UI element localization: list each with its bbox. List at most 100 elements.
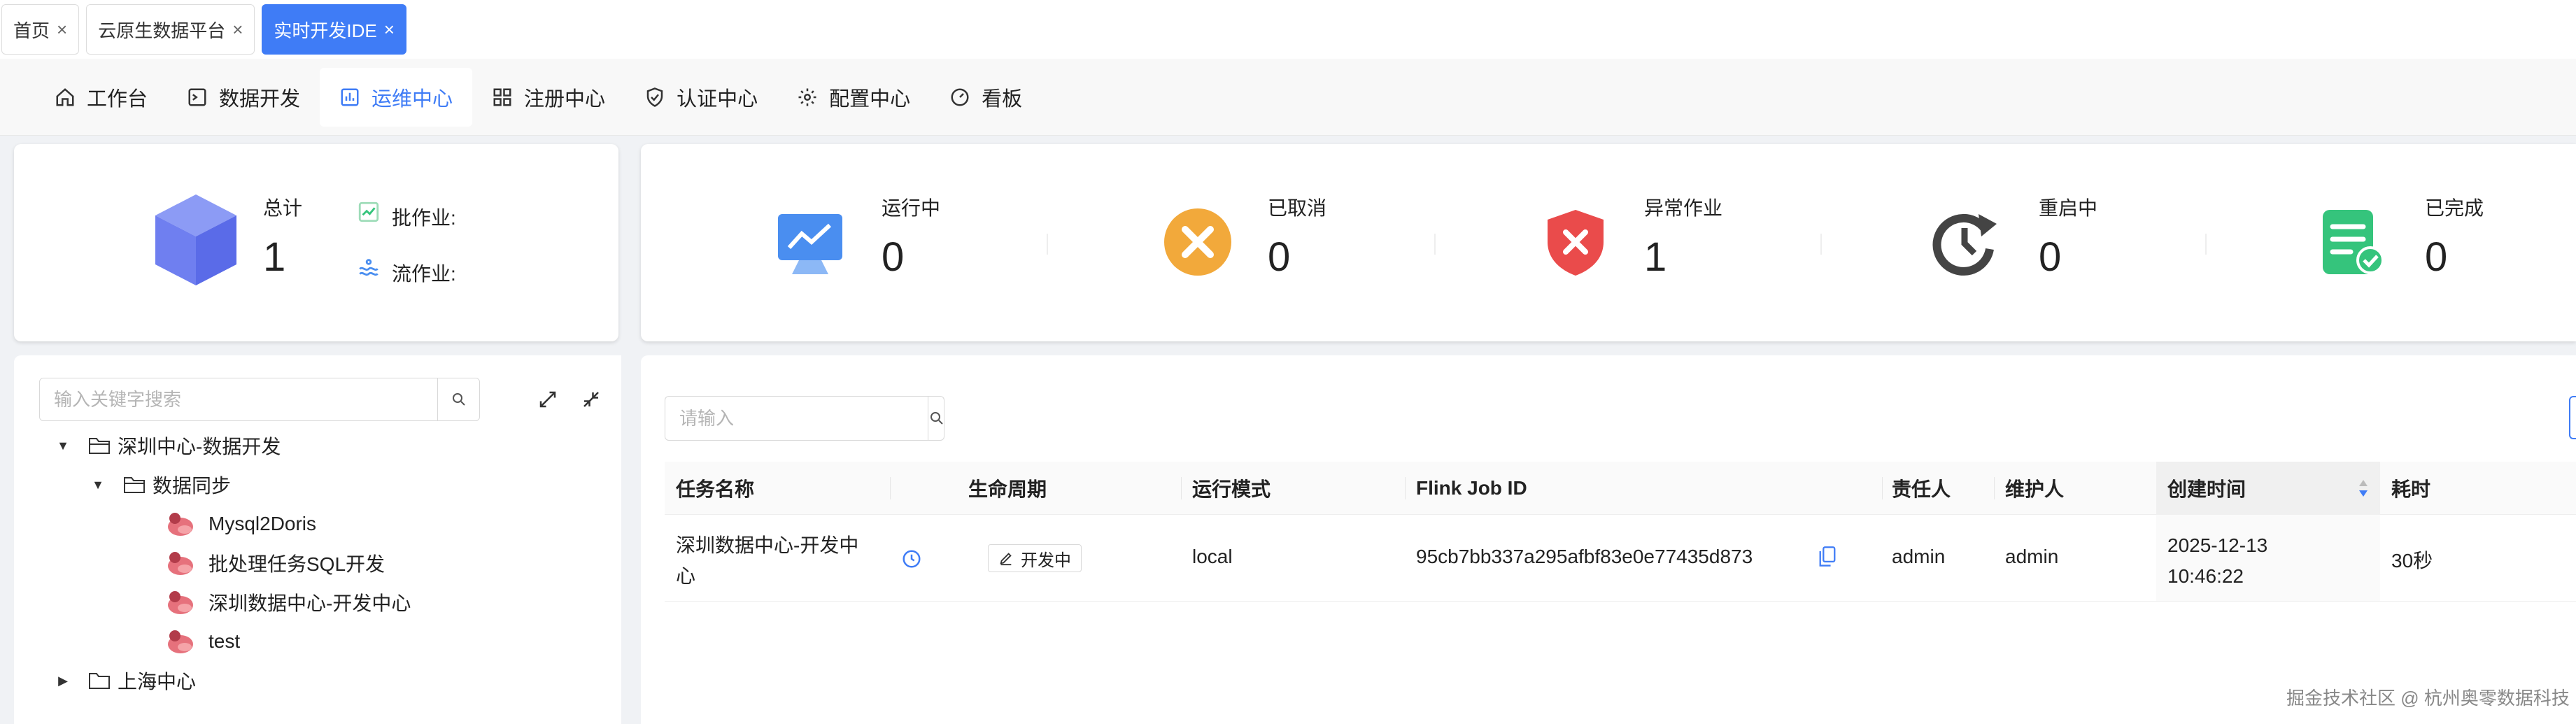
done-doc-icon (2323, 210, 2384, 274)
flink-squirrel-icon (168, 630, 193, 653)
column-header: 责任人 (1892, 478, 1951, 500)
nav-item-config[interactable]: 配置中心 (777, 68, 930, 127)
status-value: 0 (882, 234, 905, 280)
owner-cell: admin (1892, 546, 1946, 567)
error-shield-icon (1548, 210, 1604, 276)
column-header-sortable[interactable]: 创建时间 (2156, 462, 2380, 515)
tab-home[interactable]: 首页 × (1, 4, 80, 55)
sort-icon[interactable] (2358, 478, 2369, 498)
tree-node-label: Mysql2Doris (208, 513, 317, 534)
total-label: 总计 (263, 197, 303, 219)
home-icon (56, 87, 74, 106)
job-tree-panel: ▼ 深圳中心-数据开发 ▼ 数据同步 Mysql2Doris 批处理任务SQL开… (14, 355, 621, 724)
tree-node-label: 深圳中心-数据开发 (118, 436, 281, 457)
caret-right-icon[interactable]: ▶ (53, 674, 73, 688)
status-value: 1 (1644, 234, 1667, 280)
clock-icon[interactable] (901, 548, 922, 569)
tab-realtime-ide[interactable]: 实时开发IDE × (262, 4, 406, 55)
nav-item-data-dev[interactable]: 数据开发 (167, 68, 320, 127)
close-icon[interactable]: × (232, 19, 243, 41)
job-id-cell: 95cb7bb337a295afbf83e0e77435d873 (1416, 546, 1753, 567)
status-value: 0 (1268, 234, 1291, 280)
close-icon[interactable]: × (57, 19, 67, 41)
task-name-line1: 深圳数据中心-开发中 (676, 534, 859, 556)
batch-job-icon (358, 201, 379, 222)
tree-node-label: test (208, 630, 241, 652)
tree-node-label: 数据同步 (153, 475, 232, 497)
table-search-button[interactable] (928, 397, 945, 440)
nav-item-dashboard[interactable]: 看板 (930, 68, 1042, 127)
mode-cell: local (1192, 546, 1233, 567)
status-label: 已完成 (2425, 197, 2484, 219)
column-header: 耗时 (2391, 478, 2431, 500)
watermark: 掘金技术社区 @ 杭州奥零数据科技 (2286, 688, 2570, 709)
status-label: 已取消 (1268, 197, 1327, 219)
nav-label: 运维中心 (371, 87, 453, 111)
column-divider (890, 477, 891, 499)
column-header-label: 创建时间 (2167, 478, 2246, 500)
tree-node[interactable]: ▼ 深圳中心-数据开发 (53, 428, 281, 463)
tree-node-label: 深圳数据中心-开发中心 (208, 592, 411, 614)
tree-node-label: 上海中心 (118, 671, 197, 693)
total-value: 1 (263, 234, 286, 280)
tree-node[interactable]: Mysql2Doris (165, 506, 316, 541)
gear-icon (798, 88, 816, 106)
flink-squirrel-icon (168, 591, 193, 614)
expand-icon[interactable] (537, 389, 558, 410)
column-header: 生命周期 (968, 478, 1047, 500)
copy-icon[interactable] (1818, 546, 1837, 568)
folder-open-icon (89, 438, 110, 454)
grid-icon (493, 88, 511, 106)
nav-label: 看板 (982, 87, 1023, 111)
cancel-icon (1164, 208, 1231, 276)
collapse-icon[interactable] (581, 389, 602, 410)
nav-label: 配置中心 (829, 87, 911, 111)
nav-item-registry[interactable]: 注册中心 (472, 68, 625, 127)
table-search (665, 396, 944, 441)
table-search-input[interactable] (665, 397, 928, 440)
nav-item-auth[interactable]: 认证中心 (625, 68, 777, 127)
lifecycle-tag[interactable]: 开发中 (988, 544, 1082, 572)
status-value: 0 (2425, 234, 2448, 280)
close-icon[interactable]: × (384, 19, 395, 41)
panel-edge-button[interactable] (2569, 396, 2576, 439)
tree-search-input[interactable] (40, 378, 437, 420)
created-date: 2025-12-13 (2167, 534, 2268, 556)
status-label: 异常作业 (1644, 197, 1723, 219)
task-name-line2: 心 (676, 565, 696, 587)
table-row[interactable]: 深圳数据中心-开发中 心 开发中 local 95cb7bb337a295afb… (665, 515, 2576, 602)
tab-bar: 首页 × 云原生数据平台 × 实时开发IDE × (0, 0, 2576, 59)
tab-label: 实时开发IDE (274, 20, 377, 41)
flink-squirrel-icon (168, 513, 193, 536)
summary-card: 总计 1 批作业: 流作业: (14, 144, 618, 341)
created-time-cell: 2025-12-13 10:46:22 (2167, 530, 2267, 592)
tree-node[interactable]: 深圳数据中心-开发中心 (165, 585, 411, 620)
tree-node[interactable]: 批处理任务SQL开发 (165, 546, 385, 581)
duration-cell: 30秒 (2391, 550, 2433, 572)
column-header: 维护人 (2005, 478, 2065, 500)
monitor-icon (778, 214, 842, 274)
tree-node[interactable]: ▶ 上海中心 (53, 663, 196, 698)
task-name-cell[interactable]: 深圳数据中心-开发中 心 (676, 530, 858, 592)
tab-label: 首页 (13, 20, 50, 41)
tree-node[interactable]: test (165, 624, 240, 659)
created-time: 10:46:22 (2167, 565, 2244, 587)
nav-item-ops-center[interactable]: 运维中心 (320, 67, 473, 127)
nav-label: 数据开发 (219, 87, 301, 111)
stream-job-icon (359, 259, 378, 276)
gauge-icon (951, 88, 969, 106)
batch-job-label: 批作业: (392, 207, 456, 229)
tab-cloud-platform[interactable]: 云原生数据平台 × (86, 4, 255, 55)
column-divider (1994, 477, 1995, 499)
restart-icon (1932, 213, 1997, 276)
flink-squirrel-icon (168, 552, 193, 575)
tree-search-button[interactable] (437, 378, 479, 420)
caret-down-icon[interactable]: ▼ (53, 439, 73, 453)
tree-node[interactable]: ▼ 数据同步 (88, 467, 231, 502)
terminal-icon (188, 88, 206, 106)
stream-job-label: 流作业: (392, 263, 456, 285)
caret-down-icon[interactable]: ▼ (88, 478, 108, 492)
nav-item-workbench[interactable]: 工作台 (35, 68, 167, 127)
cube-icon (155, 194, 236, 285)
nav-label: 认证中心 (677, 87, 758, 111)
